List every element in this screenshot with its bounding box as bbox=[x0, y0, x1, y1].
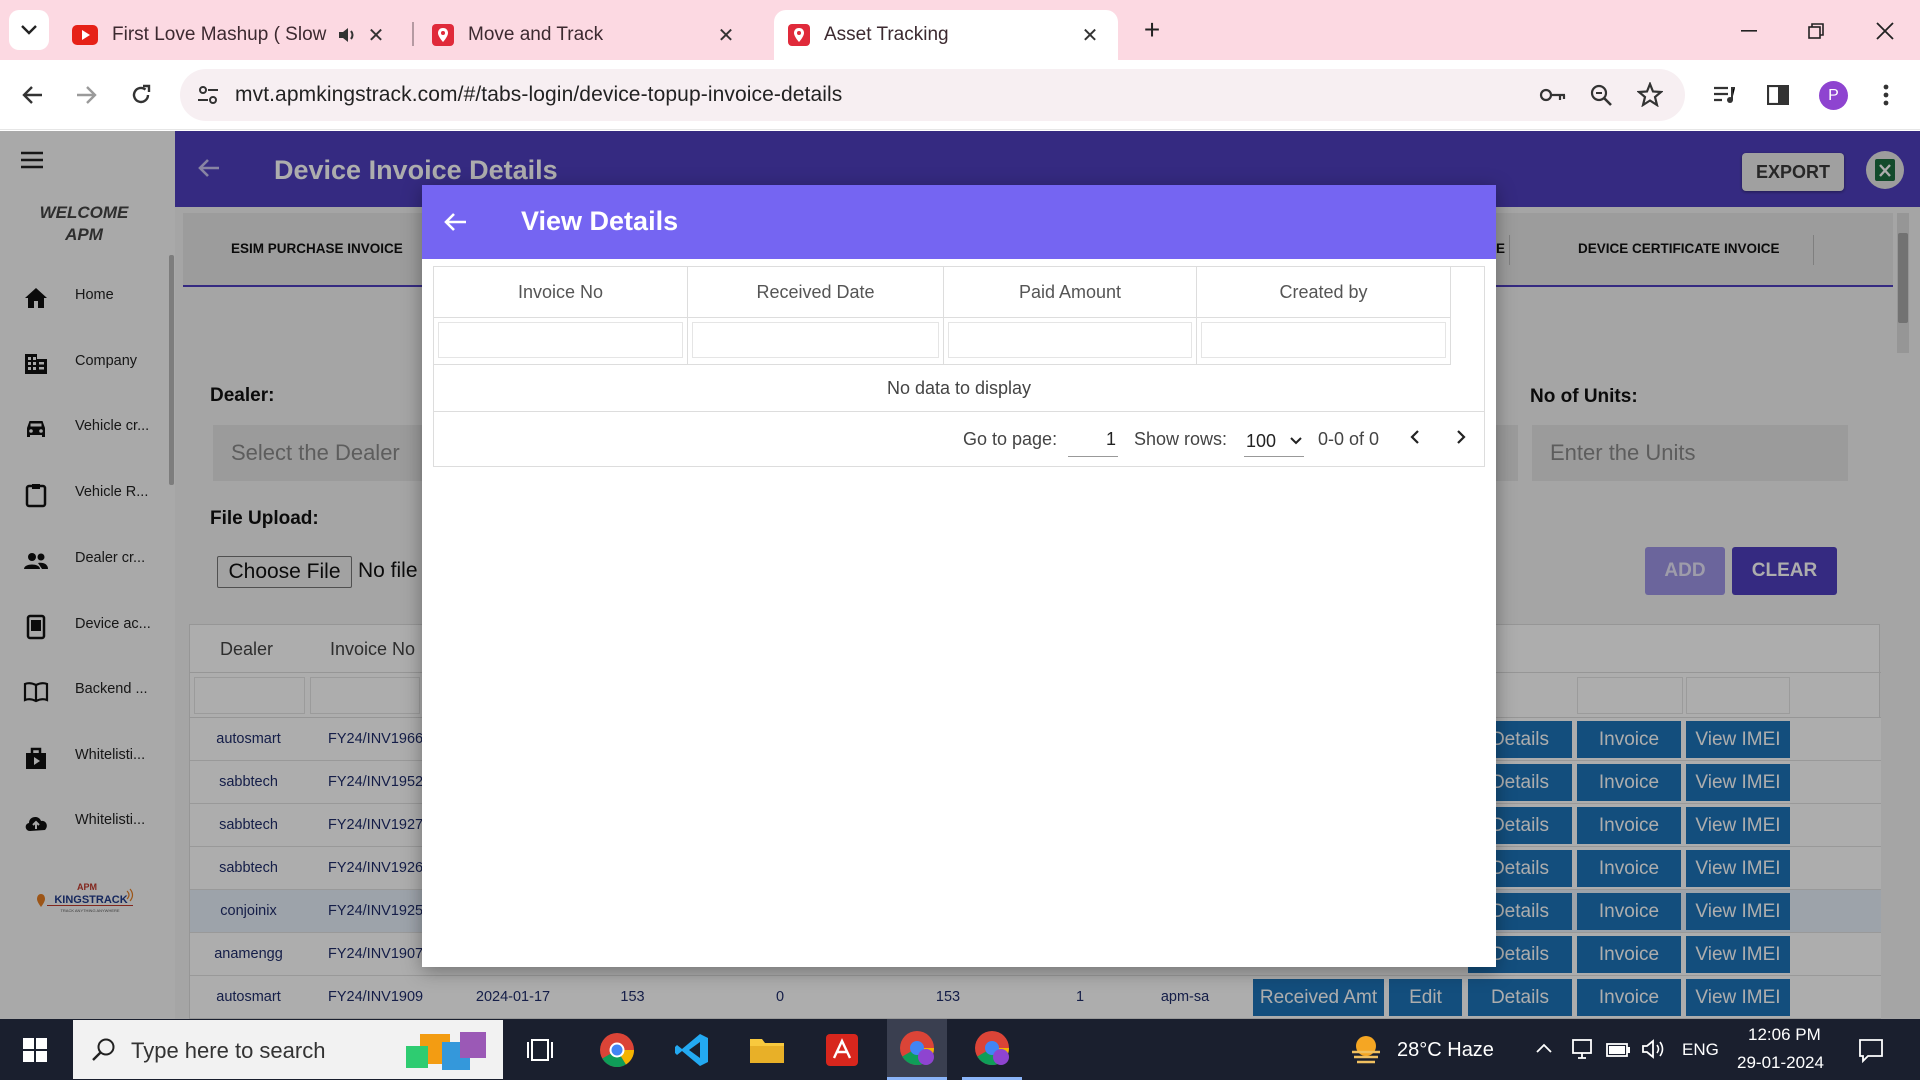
chrome-app-icon[interactable] bbox=[587, 1019, 647, 1080]
rows-per-page-value: 100 bbox=[1246, 431, 1277, 451]
page-range-text: 0-0 of 0 bbox=[1318, 429, 1380, 449]
tab-search-dropdown-icon[interactable] bbox=[9, 10, 49, 50]
column-header-received-date[interactable]: Received Date bbox=[688, 267, 944, 317]
go-to-page-label: Go to page: bbox=[963, 429, 1058, 449]
weather-haze-icon[interactable] bbox=[1348, 1032, 1384, 1068]
file-explorer-icon[interactable] bbox=[737, 1019, 797, 1080]
tab-title: Move and Track bbox=[468, 24, 604, 45]
close-tab-icon[interactable]: ✕ bbox=[1078, 23, 1102, 47]
url-text: mvt.apmkingstrack.com/#/tabs-login/devic… bbox=[235, 83, 843, 106]
volume-icon[interactable] bbox=[1641, 1038, 1667, 1060]
tray-chevron-up-icon[interactable] bbox=[1535, 1042, 1553, 1054]
tab-move-and-track[interactable]: Move and Track ✕ bbox=[420, 10, 760, 60]
clock-date[interactable]: 29-01-2024 bbox=[1737, 1053, 1824, 1073]
back-icon[interactable] bbox=[13, 75, 53, 115]
browser-toolbar: mvt.apmkingstrack.com/#/tabs-login/devic… bbox=[0, 60, 1920, 130]
show-rows-label: Show rows: bbox=[1134, 429, 1228, 449]
youtube-icon bbox=[72, 25, 98, 45]
filter-input-created-by[interactable] bbox=[1201, 322, 1446, 358]
filter-cell bbox=[944, 317, 1197, 365]
details-grid: Invoice No Received Date Paid Amount Cre… bbox=[433, 266, 1485, 467]
vscode-app-icon[interactable] bbox=[662, 1019, 722, 1080]
speaker-icon[interactable] bbox=[336, 24, 358, 46]
page-number-input[interactable]: 1 bbox=[1068, 421, 1118, 457]
chrome-profile-app-icon[interactable] bbox=[887, 1019, 947, 1080]
language-indicator[interactable]: ENG bbox=[1682, 1040, 1719, 1060]
acrobat-app-icon[interactable] bbox=[812, 1019, 872, 1080]
media-controls-icon[interactable] bbox=[1704, 75, 1744, 115]
rows-per-page-select[interactable]: 100 bbox=[1244, 421, 1304, 457]
restore-icon[interactable] bbox=[1799, 14, 1833, 48]
close-tab-icon[interactable]: ✕ bbox=[364, 23, 388, 47]
next-page-icon[interactable] bbox=[1456, 429, 1466, 445]
windows-taskbar: Type here to search 28°C Haze ENG 12:06 … bbox=[0, 1019, 1920, 1080]
side-panel-icon[interactable] bbox=[1758, 75, 1798, 115]
view-details-modal: View Details Invoice No Received Date Pa… bbox=[422, 185, 1496, 967]
filter-input-received-date[interactable] bbox=[692, 322, 939, 358]
map-pin-icon bbox=[432, 24, 454, 46]
clock-time[interactable]: 12:06 PM bbox=[1748, 1025, 1821, 1045]
minimize-icon[interactable] bbox=[1732, 14, 1766, 48]
taskbar-search-box[interactable]: Type here to search bbox=[73, 1020, 503, 1079]
filter-input-paid-amount[interactable] bbox=[948, 322, 1192, 358]
column-header-invoice-no[interactable]: Invoice No bbox=[434, 267, 688, 317]
tab-divider bbox=[412, 22, 414, 46]
zoom-icon[interactable] bbox=[1589, 83, 1613, 107]
browser-tab-strip: First Love Mashup ( Slowed ✕ Move and Tr… bbox=[0, 0, 1920, 60]
pagination-bar: Go to page: 1 Show rows: 100 0-0 of 0 bbox=[434, 412, 1484, 466]
site-settings-icon[interactable] bbox=[197, 85, 219, 105]
network-icon[interactable] bbox=[1570, 1037, 1594, 1061]
profile-avatar[interactable]: P bbox=[1819, 81, 1848, 110]
tab-title: First Love Mashup ( Slowed bbox=[112, 24, 327, 45]
modal-back-arrow-icon[interactable] bbox=[444, 212, 468, 232]
filter-cell bbox=[434, 317, 688, 365]
column-header-created-by[interactable]: Created by bbox=[1197, 267, 1451, 317]
new-tab-icon[interactable]: + bbox=[1136, 14, 1168, 46]
tab-title: Asset Tracking bbox=[824, 24, 949, 45]
previous-page-icon[interactable] bbox=[1410, 429, 1420, 445]
reload-icon[interactable] bbox=[121, 75, 161, 115]
more-menu-icon[interactable] bbox=[1866, 75, 1906, 115]
empty-message: No data to display bbox=[434, 366, 1484, 412]
chrome-second-profile-icon[interactable] bbox=[962, 1019, 1022, 1080]
modal-header: View Details bbox=[422, 185, 1496, 259]
chevron-down-icon bbox=[1290, 437, 1302, 445]
bookmark-star-icon[interactable] bbox=[1637, 82, 1663, 107]
task-view-icon[interactable] bbox=[510, 1019, 570, 1080]
filter-cell bbox=[688, 317, 944, 365]
tab-asset-tracking[interactable]: Asset Tracking ✕ bbox=[774, 10, 1118, 60]
windows-start-icon[interactable] bbox=[5, 1019, 65, 1080]
address-bar[interactable]: mvt.apmkingstrack.com/#/tabs-login/devic… bbox=[180, 69, 1685, 121]
forward-icon[interactable] bbox=[66, 75, 106, 115]
search-placeholder: Type here to search bbox=[131, 1038, 326, 1063]
column-header-paid-amount[interactable]: Paid Amount bbox=[944, 267, 1197, 317]
map-pin-icon bbox=[788, 24, 810, 46]
filter-cell bbox=[1197, 317, 1451, 365]
search-highlight-illustration-icon bbox=[406, 1032, 486, 1070]
modal-title: View Details bbox=[521, 206, 679, 236]
close-tab-icon[interactable]: ✕ bbox=[714, 23, 738, 47]
filter-input-invoice-no[interactable] bbox=[438, 322, 683, 358]
search-icon bbox=[92, 1038, 115, 1061]
close-window-icon[interactable] bbox=[1868, 14, 1902, 48]
key-icon[interactable] bbox=[1539, 85, 1567, 105]
notifications-icon[interactable] bbox=[1858, 1037, 1884, 1063]
weather-text[interactable]: 28°C Haze bbox=[1397, 1039, 1494, 1062]
tab-youtube[interactable]: First Love Mashup ( Slowed ✕ bbox=[70, 10, 410, 60]
battery-icon[interactable] bbox=[1605, 1039, 1631, 1059]
